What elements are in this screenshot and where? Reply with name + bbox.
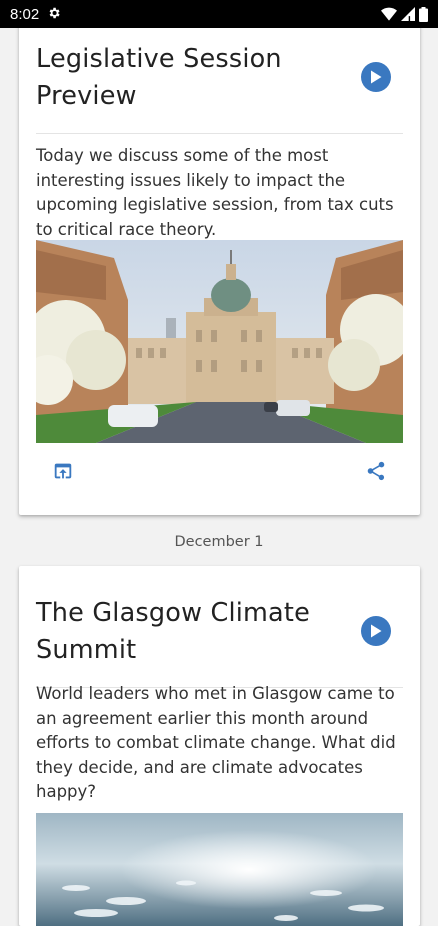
battery-icon [419,6,428,22]
episode-description: World leaders who met in Glasgow came to… [36,684,396,801]
date-separator: December 1 [174,534,264,550]
wifi-icon [381,7,397,21]
status-icons [381,6,428,22]
play-button[interactable] [361,62,391,92]
episode-title[interactable]: Legislative Session Preview [36,41,346,115]
episode-title[interactable]: The Glasgow Climate Summit [36,595,346,669]
share-icon [367,461,385,481]
statehouse-photo [36,240,403,443]
play-icon [371,70,382,84]
episode-header: The Glasgow Climate Summit [36,582,403,688]
play-icon [371,624,382,638]
episode-image[interactable] [36,813,403,926]
play-button[interactable] [361,616,391,646]
episode-description: Today we discuss some of the most intere… [36,146,394,239]
episode-card[interactable]: Legislative Session Preview Today we dis… [19,12,420,515]
signal-icon [401,7,415,21]
ocean-ice-photo [36,813,403,926]
episode-image[interactable] [36,240,403,443]
episode-header: Legislative Session Preview [36,28,403,134]
episode-card[interactable]: The Glasgow Climate Summit World leaders… [19,566,420,926]
open-in-browser-icon [54,463,72,479]
open-in-browser-button[interactable] [52,460,74,486]
status-bar: 8:02 [0,0,438,28]
episode-actions [36,456,403,488]
settings-icon [47,5,61,24]
status-time: 8:02 [10,5,40,23]
share-button[interactable] [365,459,387,487]
